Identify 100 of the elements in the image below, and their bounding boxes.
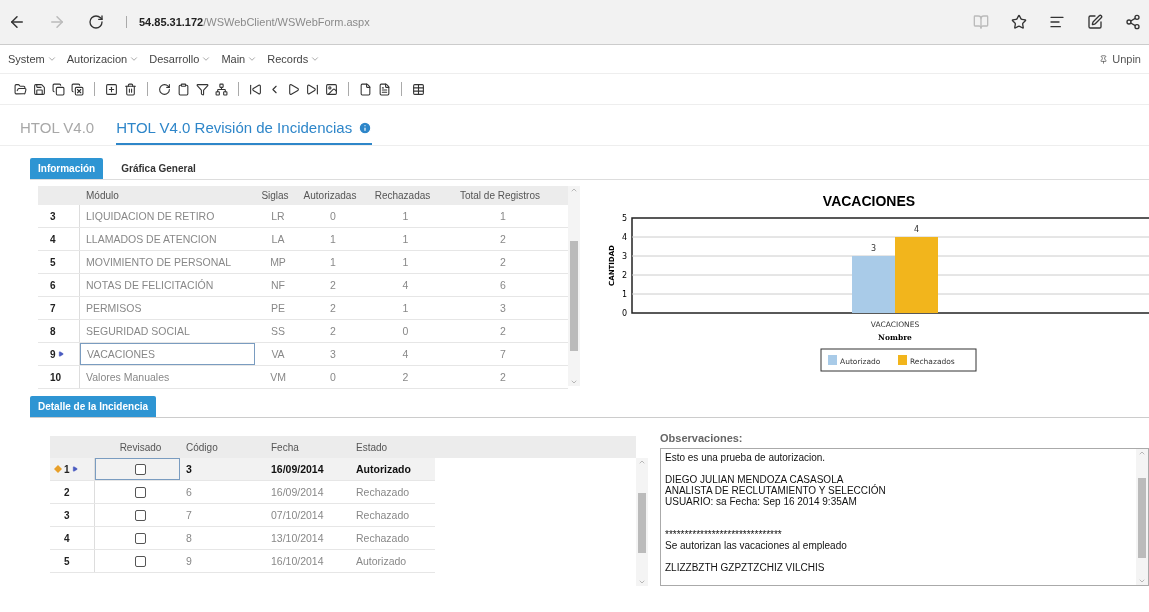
caret-icon — [247, 54, 258, 64]
share-icon[interactable] — [1125, 14, 1141, 30]
refresh-icon[interactable] — [88, 14, 104, 30]
table-cell-text: 16/09/2014 — [270, 462, 325, 477]
column-header[interactable]: Siglas — [255, 190, 295, 201]
unpin-link[interactable]: Unpin — [1112, 53, 1141, 65]
table-cell-text: SEGURIDAD SOCIAL — [85, 324, 191, 339]
menu-item[interactable]: Autorizacion — [66, 53, 140, 65]
trash-icon[interactable] — [124, 82, 137, 96]
column-header[interactable]: Revisado — [95, 441, 180, 453]
save-icon[interactable] — [33, 82, 46, 96]
last-record-icon[interactable] — [306, 82, 319, 96]
menu-item[interactable]: Desarrollo — [149, 53, 212, 65]
table-cell-text: VM — [269, 370, 287, 385]
table-cell-text: 7 — [185, 508, 193, 523]
checkbox[interactable] — [135, 555, 146, 567]
menu-item[interactable]: System — [8, 53, 57, 65]
add-icon[interactable] — [105, 82, 118, 96]
document-icon[interactable] — [378, 82, 391, 96]
note-pen-icon[interactable] — [1087, 14, 1103, 30]
section-tab[interactable]: Gráfica General — [113, 158, 204, 179]
table-cell-text: NF — [270, 278, 286, 293]
caret-icon — [129, 54, 140, 64]
address-bar[interactable]: 54.85.31.172/WSWebClient/WSWebForm.aspx — [126, 16, 951, 28]
table-cell-text: 2 — [499, 255, 507, 270]
checkbox[interactable] — [135, 509, 146, 521]
checkbox[interactable] — [135, 463, 146, 475]
row-number: 4 — [64, 532, 70, 544]
folder-icon[interactable] — [14, 82, 27, 96]
table-cell-text: 8 — [185, 531, 193, 546]
row-number: 9 — [50, 348, 56, 360]
column-header[interactable]: Fecha — [265, 441, 350, 453]
table-cell-text: MP — [269, 255, 287, 270]
column-header[interactable]: Autorizadas — [295, 190, 365, 201]
y-tick-label: 5 — [621, 214, 627, 223]
favorite-star-icon[interactable] — [1011, 14, 1027, 30]
table-cell-text: Rechazado — [355, 531, 411, 546]
clipboard-icon[interactable] — [177, 82, 190, 96]
table-cell-text: 3 — [499, 301, 507, 316]
legend-swatch-icon — [898, 355, 907, 365]
bar-value-label: 3 — [870, 244, 877, 253]
column-header[interactable]: Rechazadas — [365, 190, 440, 201]
first-record-icon[interactable] — [249, 82, 262, 96]
column-header[interactable]: Módulo — [80, 190, 255, 201]
table-cell-text: PE — [270, 301, 286, 316]
hierarchy-icon[interactable] — [215, 82, 228, 96]
table-cell-text: NOTAS DE FELICITACIÓN — [85, 278, 215, 293]
menu-item[interactable]: Main — [221, 53, 258, 65]
table-cell-text: 2 — [329, 278, 337, 293]
checkbox[interactable] — [135, 532, 146, 544]
table-cell-text: 0 — [329, 370, 337, 385]
table-cell-text: 6 — [499, 278, 507, 293]
app-tab[interactable]: HTOL V4.0 Revisión de Incidencias — [116, 119, 373, 145]
table-cell-text: 2 — [401, 370, 410, 385]
table-cell-text: VA — [270, 347, 286, 362]
table-icon[interactable] — [412, 82, 425, 96]
row-number: 2 — [64, 486, 70, 498]
page-icon[interactable] — [359, 82, 372, 96]
pin-icon — [1099, 54, 1109, 64]
current-row-icon — [57, 351, 64, 357]
table-cell-text: 07/10/2014 — [270, 508, 325, 523]
table-cell-text: 0 — [401, 324, 410, 339]
image-icon[interactable] — [325, 82, 338, 96]
caret-icon — [310, 54, 321, 64]
table-cell-text: PERMISOS — [85, 301, 143, 316]
refresh-icon[interactable] — [158, 82, 171, 96]
copy-delete-icon[interactable] — [71, 82, 84, 96]
table-cell-text: LLAMADOS DE ATENCION — [85, 232, 218, 247]
y-tick-label: 1 — [621, 290, 627, 299]
chart-title: VACACIONES — [822, 193, 916, 209]
table-cell-text: 16/09/2014 — [270, 485, 325, 500]
caret-icon — [46, 54, 57, 64]
column-header[interactable]: Estado — [350, 441, 435, 453]
table-cell-text: 2 — [329, 324, 337, 339]
table-cell-text: 0 — [329, 209, 337, 224]
back-icon[interactable] — [8, 13, 26, 31]
table-cell-text: 4 — [401, 278, 410, 293]
row-number: 5 — [64, 555, 70, 567]
table-cell-text: 1 — [401, 301, 410, 316]
observations-textarea[interactable]: Esto es una prueba de autorizacion. DIEGO JULIAN MENDOZA CASASOLA ANALISTA DE RECLUTAMIENTO Y SELECCIÓN USUARIO: sa Fecha: Sep 16 2014 9:35AM ****************************** Se autorizan las vacaciones al empleado ZLIZZBZTH GZPZTZCHIZ VILCHIS — [660, 448, 1149, 586]
column-header[interactable]: Total de Registros — [440, 190, 560, 201]
table-cell-text: 2 — [499, 232, 507, 247]
caret-icon — [201, 54, 212, 64]
next-icon[interactable] — [287, 82, 300, 96]
table-cell-text: Valores Manuales — [85, 370, 171, 385]
table-cell: VACACIONES — [80, 343, 255, 365]
hub-lines-icon[interactable] — [1049, 14, 1065, 30]
checkbox[interactable] — [135, 486, 146, 498]
y-tick-label: 3 — [621, 252, 627, 261]
table-cell-text: Rechazado — [355, 485, 411, 500]
table-cell-text: 2 — [499, 324, 507, 339]
copy-icon[interactable] — [52, 82, 65, 96]
row-number: 4 — [50, 233, 56, 245]
column-header[interactable]: Código — [180, 441, 265, 453]
table-cell-text: LR — [270, 209, 286, 224]
table-cell-text: 6 — [185, 485, 193, 500]
filter-icon[interactable] — [196, 82, 209, 96]
menu-item[interactable]: Records — [267, 53, 321, 65]
table-cell-text: 7 — [499, 347, 507, 362]
current-row-icon — [71, 466, 78, 472]
